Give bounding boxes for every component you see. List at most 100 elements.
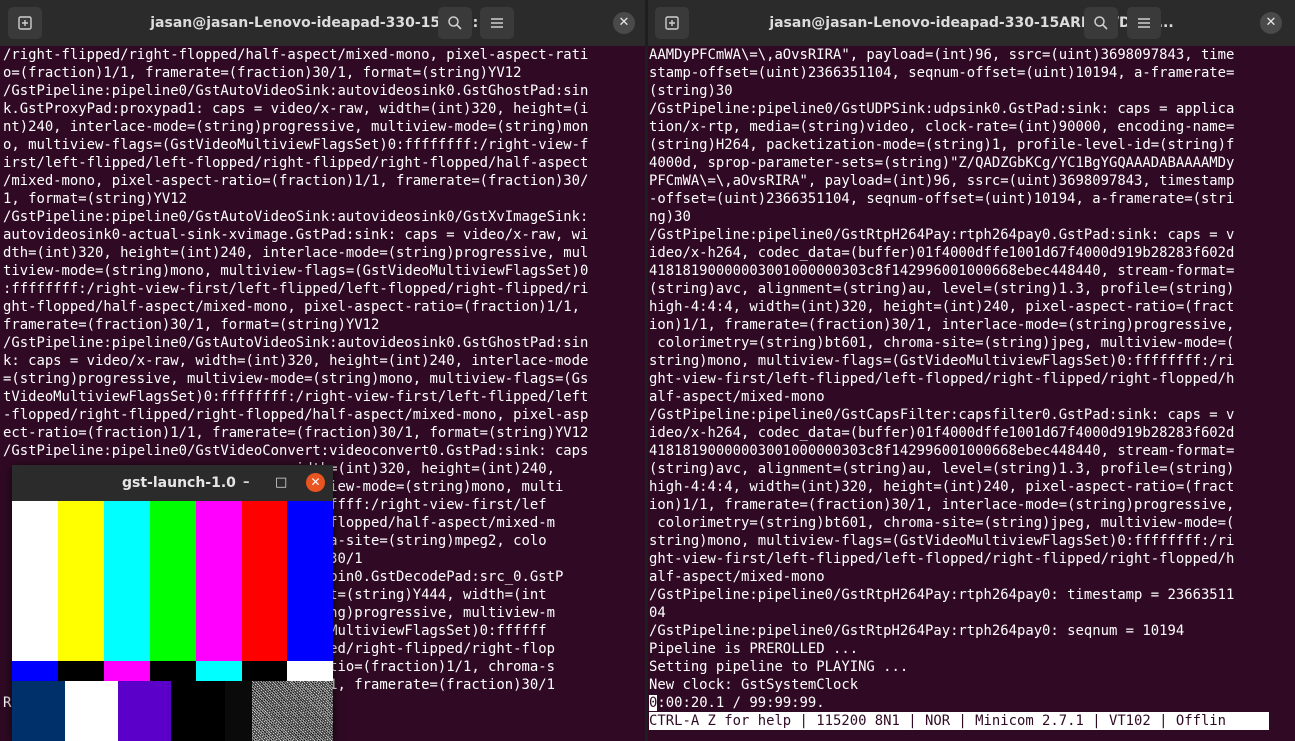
terminal-line: string)mono, multiview-flags=(GstVideoMu…	[649, 533, 1235, 549]
bar-red	[242, 501, 287, 661]
terminal-line: ideo/x-h264, codec_data=(buffer)01f4000d…	[649, 245, 1235, 261]
terminal-line: string)mono, multiview-flags=(GstVideoMu…	[649, 353, 1235, 369]
minicom-status-bar: CTRL-A Z for help | 115200 8N1 | NOR | M…	[649, 712, 1295, 730]
terminal-line: ng)30	[649, 209, 691, 225]
terminal-line: /right-flipped/right-flopped/half-aspect…	[3, 47, 589, 63]
close-icon: ✕	[1265, 15, 1277, 30]
terminal-line: (string)30	[649, 83, 733, 99]
left-terminal-titlebar[interactable]: jasan@jasan-Lenovo-ideapad-330-15ARR: ~ …	[0, 0, 645, 46]
minimize-button[interactable]: –	[243, 473, 250, 493]
terminal-line: /mixed-mono, pixel-aspect-ratio=(fractio…	[3, 173, 589, 189]
left-terminal-title: jasan@jasan-Lenovo-ideapad-330-15ARR: ~	[150, 15, 495, 31]
terminal-line: o, multiview-flags=(GstVideoMultiviewFla…	[3, 137, 589, 153]
gst-video-window[interactable]: gst-launch-1.0 – □ ✕	[12, 465, 333, 741]
minicom-status-text: CTRL-A Z for help | 115200 8N1 | NOR | M…	[649, 712, 1269, 730]
bar-magenta	[196, 501, 242, 661]
terminal-line: /GstPipeline:pipeline0/GstRtpH264Pay:rtp…	[649, 623, 1185, 639]
terminal-line: /GstPipeline:pipeline0/GstCapsFilter:cap…	[649, 407, 1235, 423]
terminal-line: New clock: GstSystemClock	[649, 677, 859, 693]
close-icon: ✕	[310, 475, 321, 489]
terminal-line: tiview-mode=(string)mono, multiview-flag…	[3, 263, 589, 279]
video-window-titlebar[interactable]: gst-launch-1.0 – □ ✕	[12, 465, 333, 501]
terminal-line: 1, format=(string)YV12	[3, 191, 187, 207]
block-pluge	[225, 681, 252, 741]
terminal-line: (string)avc, alignment=(string)au, level…	[649, 461, 1235, 477]
strip-magenta	[104, 661, 150, 681]
terminal-line: tVideoMultiviewFlagsSet)0:ffffffff:/righ…	[3, 389, 589, 405]
close-button[interactable]: ✕	[613, 12, 635, 34]
strip-cyan	[196, 661, 242, 681]
terminal-line: 04	[649, 605, 666, 621]
menu-button[interactable]	[480, 7, 514, 39]
terminal-line: o=(fraction)1/1, framerate=(fraction)30/…	[3, 65, 522, 81]
hamburger-menu-icon	[1138, 18, 1150, 28]
terminal-line: irst/left-flipped/left-flopped/right-fli…	[3, 155, 589, 171]
smpte-test-pattern	[12, 501, 333, 741]
block-navy	[12, 681, 65, 741]
terminal-line: ion)1/1, framerate=(fraction)30/1, inter…	[649, 497, 1235, 513]
terminal-line: alf-aspect/mixed-mono	[649, 389, 825, 405]
strip-black	[242, 661, 287, 681]
terminal-line: 41818190000003001000000303c8f14299600100…	[649, 443, 1235, 459]
terminal-line: -flopped/right-flipped/right-flopped/hal…	[3, 407, 589, 423]
terminal-line: /GstPipeline:pipeline0/GstAutoVideoSink:…	[3, 335, 589, 351]
terminal-line: (string)H264, packetization-mode=(string…	[649, 137, 1235, 153]
block-purple	[118, 681, 171, 741]
right-terminal-titlebar[interactable]: jasan@jasan-Lenovo-ideapad-330-15ARR: ~/…	[648, 0, 1295, 46]
terminal-line: ideo/x-h264, codec_data=(buffer)01f4000d…	[649, 425, 1235, 441]
search-button[interactable]	[438, 7, 472, 39]
terminal-line: colorimetry=(string)bt601, chroma-site=(…	[649, 515, 1235, 531]
terminal-line: Pipeline is PREROLLED ...	[649, 641, 859, 657]
video-window-title: gst-launch-1.0	[122, 475, 236, 491]
terminal-line: =(string)progressive, multiview-mode=(st…	[3, 371, 589, 387]
terminal-line: (string)avc, alignment=(string)au, level…	[649, 281, 1235, 297]
terminal-line: autovideosink0-actual-sink-xvimage.GstPa…	[3, 227, 589, 243]
terminal-line: /GstPipeline:pipeline0/GstRtpH264Pay:rtp…	[649, 227, 1235, 243]
terminal-line: k.GstProxyPad:proxypad1: caps = video/x-…	[3, 101, 589, 117]
menu-button[interactable]	[1127, 7, 1161, 39]
terminal-line: framerate=(fraction)30/1, format=(string…	[3, 317, 380, 333]
terminal-line: /GstPipeline:pipeline0/GstVideoConvert:v…	[3, 443, 589, 459]
progress-text: :00:20.1 / 99:99:99.	[657, 695, 825, 711]
terminal-line: :ffffffff:/right-view-first/left-flipped…	[3, 281, 589, 297]
block-white	[65, 681, 118, 741]
terminal-line: high-4:4:4, width=(int)320, height=(int)…	[649, 479, 1235, 495]
bar-yellow	[58, 501, 104, 661]
video-window-close-button[interactable]: ✕	[306, 473, 325, 492]
terminal-line: 4000d, sprop-parameter-sets=(string)"Z/Q…	[649, 155, 1235, 171]
terminal-line: 41818190000003001000000303c8f14299600100…	[649, 263, 1235, 279]
terminal-line: /GstPipeline:pipeline0/GstAutoVideoSink:…	[3, 83, 589, 99]
terminal-line: /GstPipeline:pipeline0/GstAutoVideoSink:…	[3, 209, 589, 225]
bar-white	[12, 501, 58, 661]
block-noise	[252, 681, 333, 741]
terminal-line: Setting pipeline to PLAYING ...	[649, 659, 909, 675]
terminal-line: -offset=(uint)2366351104, seqnum-offset=…	[649, 191, 1235, 207]
hamburger-menu-icon	[491, 18, 503, 28]
terminal-line: k: caps = video/x-raw, width=(int)320, h…	[3, 353, 589, 369]
strip-white	[287, 661, 333, 681]
close-button[interactable]: ✕	[1260, 12, 1282, 34]
search-icon	[1094, 16, 1108, 30]
search-icon	[448, 16, 462, 30]
strip-black	[150, 661, 196, 681]
terminal-line: /GstPipeline:pipeline0/GstUDPSink:udpsin…	[649, 101, 1235, 117]
search-button[interactable]	[1084, 7, 1118, 39]
terminal-line: ght-flopped/half-aspect/mixed-mono, pixe…	[3, 299, 581, 315]
terminal-line: AAMDyPFCmWA\=\,aOvsRIRA", payload=(int)9…	[649, 47, 1235, 63]
bar-cyan	[104, 501, 150, 661]
terminal-line: colorimetry=(string)bt601, chroma-site=(…	[649, 335, 1235, 351]
terminal-line: dth=(int)320, height=(int)240, interlace…	[3, 245, 589, 261]
terminal-line: ion)1/1, framerate=(fraction)30/1, inter…	[649, 317, 1235, 333]
right-terminal-title: jasan@jasan-Lenovo-ideapad-330-15ARR: ~/…	[769, 15, 1174, 31]
right-terminal-window[interactable]: jasan@jasan-Lenovo-ideapad-330-15ARR: ~/…	[648, 0, 1295, 741]
terminal-line: /GstPipeline:pipeline0/GstRtpH264Pay:rtp…	[649, 587, 1235, 603]
terminal-line: stamp-offset=(uint)2366351104, seqnum-of…	[649, 65, 1235, 81]
terminal-line: ght-view-first/left-flipped/left-flopped…	[649, 371, 1235, 387]
bar-blue	[287, 501, 333, 661]
strip-black	[58, 661, 104, 681]
strip-blue	[12, 661, 58, 681]
maximize-button[interactable]: □	[275, 473, 287, 493]
right-terminal-output[interactable]: AAMDyPFCmWA\=\,aOvsRIRA", payload=(int)9…	[649, 46, 1295, 741]
close-icon: ✕	[618, 15, 630, 30]
terminal-line: nt)240, interlace-mode=(string)progressi…	[3, 119, 589, 135]
